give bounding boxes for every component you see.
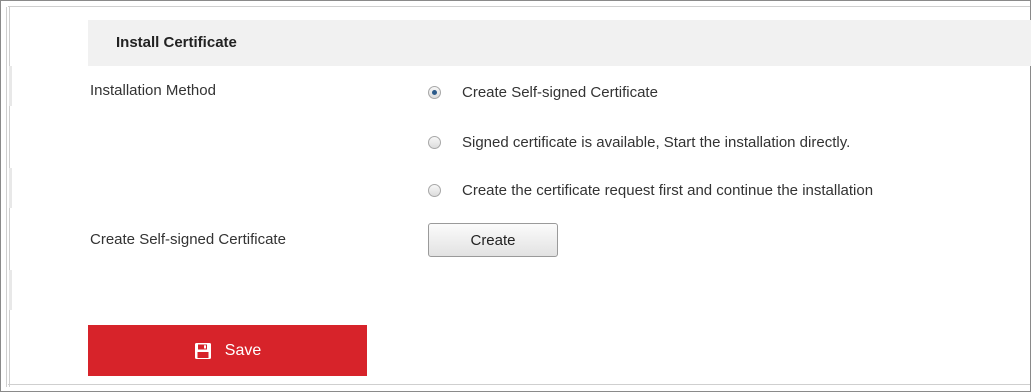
save-button-label: Save bbox=[224, 341, 262, 359]
create-self-signed-label: Create Self-signed Certificate bbox=[90, 231, 286, 248]
floppy-disk-icon bbox=[194, 342, 211, 359]
radio-option-request-first[interactable]: Create the certificate request first and… bbox=[428, 180, 873, 200]
inner-frame-bottom bbox=[8, 384, 1030, 385]
create-button[interactable]: Create bbox=[428, 223, 558, 257]
radio-option-label: Create the certificate request first and… bbox=[462, 181, 874, 199]
inner-frame-top bbox=[8, 6, 1030, 7]
save-button[interactable]: Save bbox=[88, 325, 367, 376]
radio-button[interactable] bbox=[428, 183, 441, 197]
radio-button-checked[interactable] bbox=[428, 85, 441, 99]
section-header: Install Certificate bbox=[88, 20, 1031, 66]
radio-option-label: Create Self-signed Certificate bbox=[462, 83, 658, 101]
gutter-divider bbox=[9, 270, 12, 310]
radio-button[interactable] bbox=[428, 135, 441, 149]
radio-option-self-signed[interactable]: Create Self-signed Certificate bbox=[428, 82, 658, 102]
radio-option-label: Signed certificate is available, Start t… bbox=[462, 133, 851, 151]
gutter-divider bbox=[9, 168, 12, 208]
gutter-divider bbox=[9, 66, 12, 106]
section-title: Install Certificate bbox=[116, 34, 237, 51]
radio-option-signed-available[interactable]: Signed certificate is available, Start t… bbox=[428, 132, 850, 152]
installation-method-label: Installation Method bbox=[90, 82, 216, 99]
